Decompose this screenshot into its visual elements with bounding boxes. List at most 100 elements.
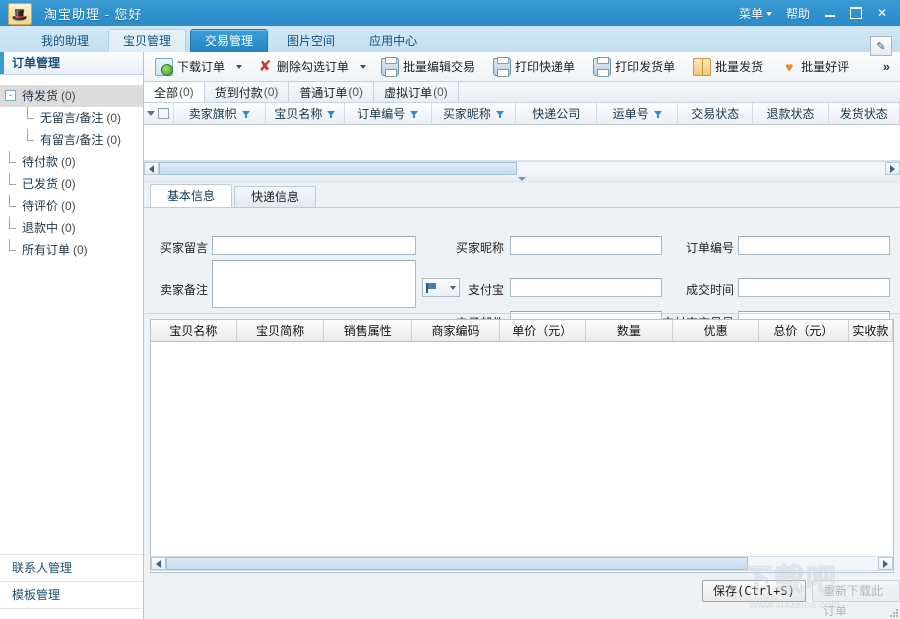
- tree-item-5[interactable]: 待评价 (0): [0, 195, 143, 217]
- filter-tab-1[interactable]: 货到付款 (0): [205, 82, 290, 102]
- tree-item-0[interactable]: - 待发货 (0): [0, 85, 143, 107]
- maximize-button[interactable]: [844, 3, 868, 23]
- item-scroll-right-arrow[interactable]: [878, 557, 893, 570]
- item-scroll-thumb[interactable]: [166, 557, 748, 570]
- tree-item-6[interactable]: 退款中 (0): [0, 217, 143, 239]
- filter-tab-3[interactable]: 虚拟订单 (0): [374, 82, 459, 102]
- nav-tab-1[interactable]: 宝贝管理: [108, 29, 187, 52]
- nav-tab-4[interactable]: 应用中心: [354, 29, 432, 52]
- filter-tab-bar: 全部 (0) 货到付款 (0) 普通订单 (0) 虚拟订单 (0): [144, 82, 900, 103]
- column-filter-icon[interactable]: [327, 110, 336, 118]
- filter-tab-2[interactable]: 普通订单 (0): [289, 82, 375, 102]
- column-filter-icon[interactable]: [653, 110, 662, 118]
- order-column-8[interactable]: 发货状态: [829, 103, 900, 124]
- scroll-left-arrow[interactable]: [144, 162, 159, 175]
- toolbar-overflow-button[interactable]: »: [873, 59, 900, 74]
- item-column-5[interactable]: 数量: [586, 320, 674, 341]
- order-column-1[interactable]: 宝贝名称: [266, 103, 345, 124]
- tree-item-7[interactable]: 所有订单 (0): [0, 239, 143, 261]
- scroll-right-arrow[interactable]: [885, 162, 900, 175]
- item-column-3[interactable]: 商家编码: [412, 320, 500, 341]
- toolbar-button-5[interactable]: 批量发货: [686, 54, 770, 80]
- toolbar-button-label: 批量好评: [801, 60, 850, 74]
- tree-item-4[interactable]: 已发货 (0): [0, 173, 143, 195]
- nav-tab-2[interactable]: 交易管理: [190, 29, 269, 52]
- tree-elbow-icon: [27, 129, 35, 151]
- tree-expander-icon[interactable]: -: [5, 90, 16, 101]
- column-filter-icon[interactable]: [495, 110, 504, 118]
- item-column-6[interactable]: 优惠: [673, 320, 760, 341]
- tree-elbow-icon: [9, 217, 17, 239]
- column-filter-icon[interactable]: [410, 110, 419, 118]
- item-scroll-track[interactable]: [748, 557, 878, 570]
- buyer-message-input[interactable]: [212, 236, 416, 255]
- buyer-message-label: 买家留言: [159, 241, 208, 255]
- tree-item-count: (0): [61, 89, 76, 103]
- chevron-down-icon: [360, 64, 367, 69]
- item-column-4[interactable]: 单价（元）: [500, 320, 586, 341]
- sidebar-item-templates[interactable]: 模板管理: [0, 581, 143, 608]
- alipay-label: 支付宝: [467, 283, 504, 297]
- order-column-6[interactable]: 交易状态: [678, 103, 754, 124]
- toolbar-button-6[interactable]: ♥ 批量好评: [774, 54, 856, 80]
- order-no-input[interactable]: [738, 236, 890, 255]
- filter-tab-count: (0): [179, 85, 194, 99]
- filter-tab-0[interactable]: 全部 (0): [144, 82, 205, 102]
- item-column-8[interactable]: 实收款: [849, 320, 894, 341]
- order-column-3[interactable]: 买家昵称: [432, 103, 517, 124]
- select-all-checkbox[interactable]: [158, 108, 170, 119]
- tree-item-2[interactable]: 有留言/备注 (0): [0, 129, 143, 151]
- tree-elbow-icon: [9, 195, 17, 217]
- toolbar-button-3[interactable]: 打印快递单: [486, 54, 582, 80]
- buyer-nick-input[interactable]: [510, 236, 662, 255]
- toolbar-dropdown-1[interactable]: [356, 55, 370, 79]
- order-column-4[interactable]: 快递公司: [516, 103, 598, 124]
- minimize-button[interactable]: [818, 3, 842, 23]
- order-grid-select-all[interactable]: [144, 103, 174, 124]
- printer-icon: [381, 56, 400, 77]
- nav-tab-3[interactable]: 图片空间: [272, 29, 350, 52]
- item-column-1[interactable]: 宝贝简称: [237, 320, 325, 341]
- buyer-nick-label: 买家昵称: [455, 241, 504, 255]
- toolbar-button-0[interactable]: 下载订单: [148, 54, 232, 80]
- save-button[interactable]: 保存(Ctrl+S): [702, 580, 806, 602]
- order-column-2[interactable]: 订单编号: [345, 103, 432, 124]
- tree-item-3[interactable]: 待付款 (0): [0, 151, 143, 173]
- toolbar-button-1[interactable]: ✘ 删除勾选订单: [250, 54, 356, 80]
- seller-note-textarea[interactable]: [212, 260, 416, 308]
- order-column-0[interactable]: 卖家旗帜: [174, 103, 266, 124]
- item-column-2[interactable]: 销售属性: [324, 320, 413, 341]
- toolbar-button-label: 删除勾选订单: [277, 60, 350, 74]
- scroll-track[interactable]: [517, 162, 885, 175]
- item-grid-hscrollbar[interactable]: [150, 556, 894, 571]
- tree-item-label: 所有订单: [22, 243, 71, 257]
- toolbar-dropdown-0[interactable]: [232, 55, 246, 79]
- item-column-0[interactable]: 宝贝名称: [151, 320, 237, 341]
- tree-item-label: 退款中: [22, 221, 59, 235]
- tree-item-1[interactable]: 无留言/备注 (0): [0, 107, 143, 129]
- resize-grip-icon[interactable]: [888, 607, 898, 617]
- help-button[interactable]: 帮助: [780, 2, 816, 25]
- menu-button[interactable]: 菜单: [733, 2, 778, 25]
- panel-splitter[interactable]: [144, 175, 900, 183]
- redownload-order-button[interactable]: 重新下载此订单: [812, 580, 900, 618]
- order-column-7[interactable]: 退款状态: [753, 103, 829, 124]
- close-button[interactable]: ✕: [870, 3, 894, 23]
- order-grid-hscrollbar[interactable]: [144, 161, 900, 176]
- column-filter-icon[interactable]: [241, 110, 250, 118]
- detail-tab-1[interactable]: 快递信息: [234, 186, 317, 208]
- sidebar-item-contacts[interactable]: 联系人管理: [0, 554, 143, 581]
- item-scroll-left-arrow[interactable]: [151, 557, 166, 570]
- toolbar-button-4[interactable]: 打印发货单: [586, 54, 682, 80]
- detail-tab-0[interactable]: 基本信息: [150, 184, 233, 208]
- scroll-thumb[interactable]: [159, 162, 517, 175]
- nav-tab-0[interactable]: 我的助理: [26, 29, 104, 52]
- deal-time-input[interactable]: [738, 278, 890, 297]
- edit-note-icon[interactable]: ✎: [870, 36, 892, 56]
- item-column-7[interactable]: 总价（元）: [759, 320, 849, 341]
- order-column-5[interactable]: 运单号: [597, 103, 679, 124]
- alipay-input[interactable]: [510, 278, 662, 297]
- order-grid-header: 卖家旗帜 宝贝名称 订单编号 买家昵称 快递公司 运单号 交易状态 退款状态 发货状态: [144, 103, 900, 125]
- toolbar-button-2[interactable]: 批量编辑交易: [374, 54, 482, 80]
- sidebar-panel-title: 订单管理: [0, 52, 143, 75]
